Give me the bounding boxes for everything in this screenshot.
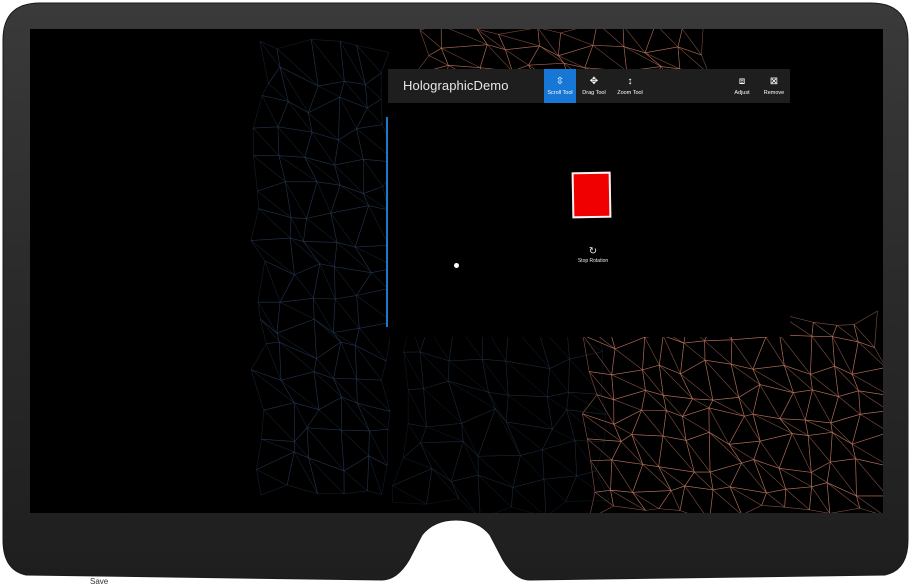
- stop-rotation-button[interactable]: ↻ Stop Rotation: [576, 246, 610, 264]
- adjust-button[interactable]: ⧈ Adjust: [731, 69, 753, 103]
- scroll-tool-button[interactable]: ⇳ Scroll Tool: [544, 69, 576, 103]
- zoom-arrows-icon: ↕: [627, 75, 633, 87]
- drag-tool-label: Drag Tool: [582, 89, 606, 96]
- adjust-cube-icon: ⧈: [738, 75, 746, 87]
- save-caption: Save: [90, 577, 109, 586]
- remove-cube-icon: ⊠: [769, 75, 779, 87]
- app-titlebar[interactable]: HolographicDemo ⇳ Scroll Tool ✥ Drag Too…: [388, 69, 790, 103]
- rotating-red-cube[interactable]: [571, 171, 612, 219]
- gaze-cursor: [454, 263, 459, 268]
- zoom-tool-button[interactable]: ↕ Zoom Tool: [613, 69, 647, 103]
- move-arrows-icon: ✥: [589, 75, 599, 87]
- stop-rotation-label: Stop Rotation: [577, 258, 609, 264]
- app-window[interactable]: HolographicDemo ⇳ Scroll Tool ✥ Drag Too…: [388, 69, 790, 337]
- app-title: HolographicDemo: [403, 78, 509, 93]
- drag-tool-button[interactable]: ✥ Drag Tool: [581, 69, 607, 103]
- remove-label: Remove: [763, 89, 785, 96]
- adjust-label: Adjust: [734, 89, 750, 96]
- scroll-tool-label: Scroll Tool: [547, 89, 573, 96]
- holographic-viewport: HolographicDemo ⇳ Scroll Tool ✥ Drag Too…: [30, 29, 883, 513]
- scroll-arrows-icon: ⇳: [555, 75, 565, 87]
- zoom-tool-label: Zoom Tool: [617, 89, 643, 96]
- refresh-icon: ↻: [588, 246, 598, 257]
- remove-button[interactable]: ⊠ Remove: [761, 69, 787, 103]
